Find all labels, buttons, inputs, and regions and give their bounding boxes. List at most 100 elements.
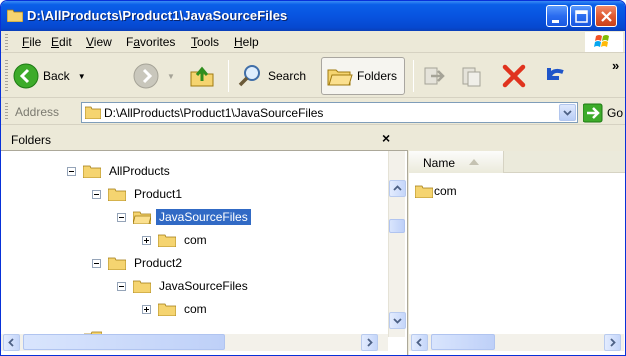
up-folder-button[interactable] — [189, 57, 215, 95]
scroll-down-button[interactable] — [389, 312, 406, 329]
address-value: D:\AllProducts\Product1\JavaSourceFiles — [104, 106, 324, 120]
file-list-item-com[interactable]: com — [415, 183, 457, 199]
chevron-left-icon — [416, 338, 422, 347]
tree-node-javasourcefiles-selected[interactable]: JavaSourceFiles — [117, 208, 251, 226]
folder-icon — [108, 257, 126, 270]
tree-node-javasourcefiles[interactable]: JavaSourceFiles — [117, 277, 251, 295]
forward-button[interactable]: ▼ — [133, 57, 175, 95]
scroll-left-button[interactable] — [3, 334, 20, 351]
title-bar[interactable]: D:\AllProducts\Product1\JavaSourceFiles — [1, 1, 625, 31]
folders-button[interactable]: Folders — [321, 57, 405, 95]
address-grip[interactable] — [5, 103, 8, 121]
expand-toggle[interactable] — [142, 304, 151, 314]
go-arrow-icon — [583, 103, 603, 123]
folders-pane-close-button[interactable]: × — [382, 130, 390, 146]
folders-vertical-scrollbar[interactable] — [388, 151, 406, 337]
folder-icon — [108, 188, 126, 201]
menu-help[interactable]: Help — [234, 35, 259, 49]
chevron-up-icon — [393, 185, 402, 191]
scroll-up-button[interactable] — [389, 180, 406, 197]
chevron-down-icon — [563, 110, 572, 116]
close-icon — [601, 11, 612, 22]
tree-node-com[interactable]: com — [142, 300, 210, 318]
scroll-left-button[interactable] — [411, 334, 428, 351]
scroll-thumb[interactable] — [389, 219, 405, 233]
sort-ascending-icon — [469, 159, 479, 165]
menu-bar: File Edit View Favorites Tools Help — [1, 31, 625, 53]
back-dropdown-icon[interactable]: ▼ — [78, 72, 86, 81]
close-button[interactable] — [595, 5, 617, 27]
folders-pane-title: Folders — [11, 133, 52, 147]
address-bar: Address D:\AllProducts\Product1\JavaSour… — [1, 99, 625, 125]
toolbar-overflow-button[interactable]: » — [612, 46, 619, 84]
back-button[interactable]: Back ▼ — [13, 57, 86, 95]
file-list-pane — [409, 151, 625, 355]
folder-icon — [85, 106, 101, 119]
folder-icon — [415, 185, 433, 198]
folders-icon — [327, 69, 353, 86]
menu-favorites[interactable]: Favorites — [126, 35, 175, 49]
collapse-toggle[interactable] — [67, 166, 76, 176]
standard-toolbar: Back ▼ ▼ Search Folders » — [1, 54, 625, 98]
scroll-right-button[interactable] — [604, 334, 621, 351]
undo-icon — [547, 68, 564, 80]
address-input[interactable]: D:\AllProducts\Product1\JavaSourceFiles — [81, 102, 578, 123]
scroll-thumb[interactable] — [23, 334, 225, 350]
tree-node-com[interactable]: com — [142, 231, 210, 249]
collapse-toggle[interactable] — [92, 258, 101, 268]
chevron-right-icon — [610, 338, 616, 347]
toolbar-separator — [228, 60, 229, 92]
folder-icon — [158, 303, 176, 316]
window-title: D:\AllProducts\Product1\JavaSourceFiles — [27, 8, 288, 23]
expand-toggle[interactable] — [142, 235, 151, 245]
delete-icon — [502, 64, 526, 88]
search-button[interactable]: Search — [237, 57, 306, 95]
menu-view[interactable]: View — [86, 35, 112, 49]
toolbar-grip[interactable] — [5, 60, 8, 92]
address-label: Address — [15, 105, 60, 119]
collapse-toggle[interactable] — [117, 281, 126, 291]
folder-tree: AllProducts Product1 JavaSourceFiles com — [1, 151, 388, 337]
move-to-button[interactable] — [421, 57, 447, 95]
folder-icon — [83, 165, 101, 178]
collapse-toggle[interactable] — [92, 189, 101, 199]
folders-pane: AllProducts Product1 JavaSourceFiles com — [1, 151, 408, 355]
menu-tools[interactable]: Tools — [191, 35, 219, 49]
open-folder-icon — [133, 211, 151, 224]
menu-grip[interactable] — [5, 34, 8, 50]
undo-button[interactable] — [541, 57, 567, 95]
collapse-toggle[interactable] — [117, 212, 126, 222]
move-to-icon — [424, 67, 445, 85]
chevron-down-icon — [393, 318, 402, 324]
up-folder-icon — [190, 66, 214, 87]
copy-to-button[interactable] — [459, 57, 485, 95]
files-horizontal-scrollbar[interactable] — [409, 334, 624, 351]
folder-icon — [7, 9, 23, 22]
minimize-icon — [552, 20, 559, 23]
go-button[interactable]: Go — [583, 103, 623, 123]
column-header-name[interactable]: Name — [409, 151, 504, 173]
forward-arrow-icon — [133, 63, 159, 89]
folders-pane-header: Folders × — [1, 126, 408, 151]
forward-dropdown-icon[interactable]: ▼ — [167, 72, 175, 81]
delete-button[interactable] — [501, 57, 527, 95]
copy-to-icon — [462, 67, 481, 87]
menu-file[interactable]: File — [22, 35, 41, 49]
scroll-thumb[interactable] — [431, 334, 495, 350]
address-dropdown-button[interactable] — [559, 104, 576, 121]
maximize-icon — [575, 10, 588, 23]
tree-node-product1[interactable]: Product1 — [92, 185, 185, 203]
toolbar-separator — [413, 60, 414, 92]
folder-icon — [158, 234, 176, 247]
scroll-right-button[interactable] — [361, 334, 378, 351]
folder-icon — [133, 280, 151, 293]
tree-node-product2[interactable]: Product2 — [92, 254, 185, 272]
back-arrow-icon — [13, 63, 39, 89]
chevron-left-icon — [8, 338, 14, 347]
maximize-button[interactable] — [570, 5, 592, 27]
tree-node-allproducts[interactable]: AllProducts — [67, 162, 173, 180]
search-icon — [238, 65, 260, 87]
folders-horizontal-scrollbar[interactable] — [1, 334, 388, 351]
minimize-button[interactable] — [546, 5, 568, 27]
menu-edit[interactable]: Edit — [51, 35, 72, 49]
